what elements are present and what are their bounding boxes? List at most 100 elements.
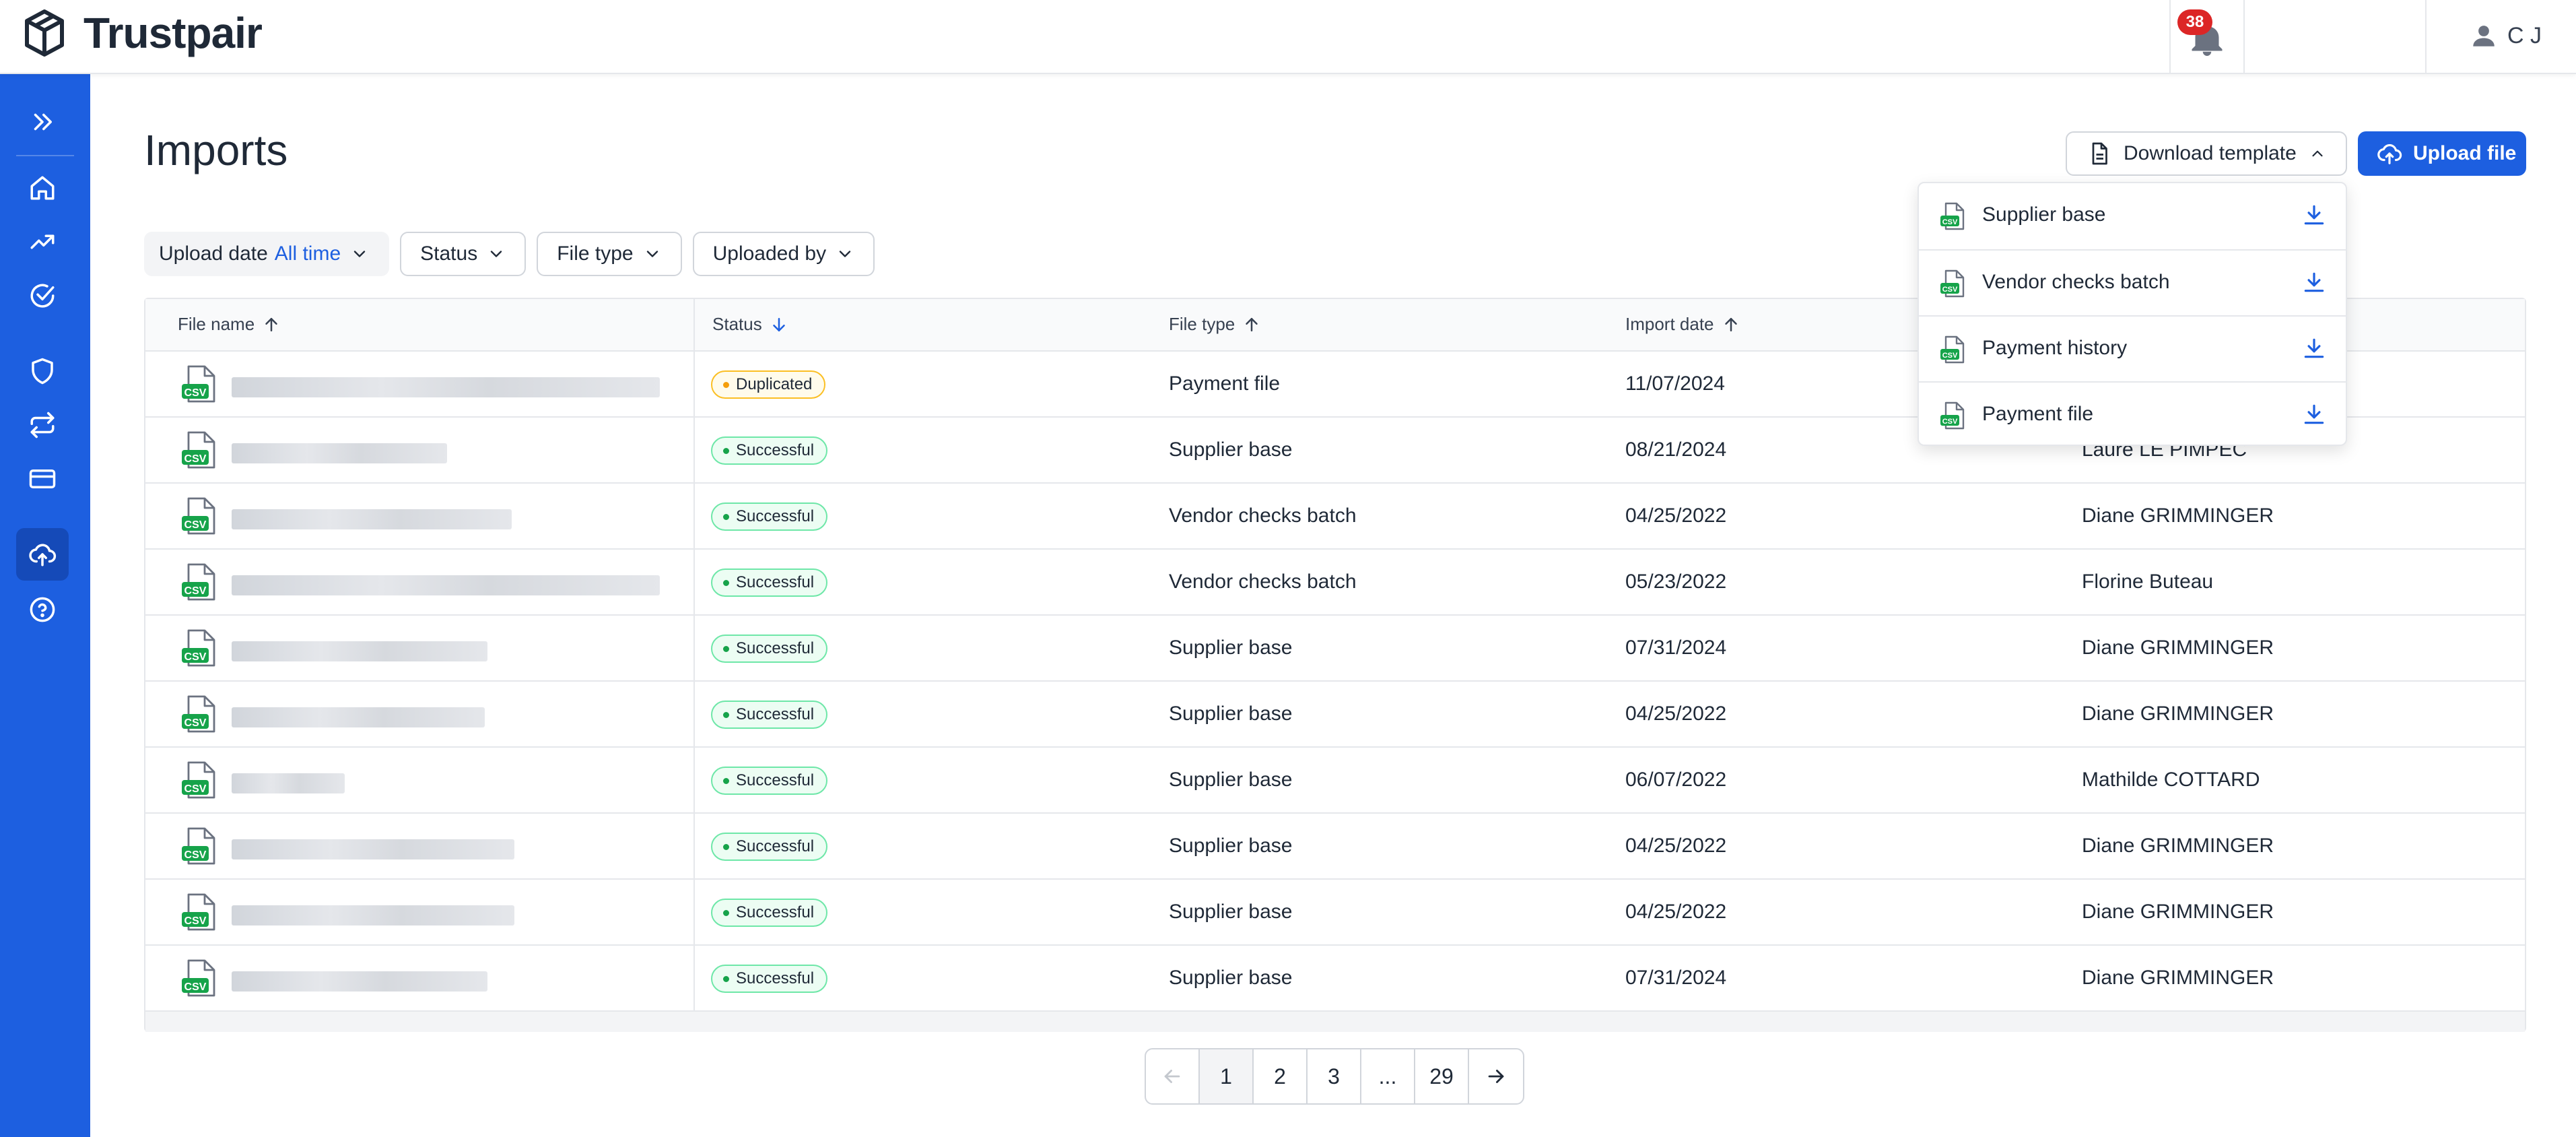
- table-row[interactable]: CSV Successful Vendor checks batch 04/25/20…: [145, 484, 2525, 550]
- status-dot: [723, 777, 729, 784]
- pagination-page[interactable]: 3: [1308, 1049, 1361, 1103]
- filter-file-type-label: File type: [557, 242, 634, 265]
- pagination-page[interactable]: 2: [1254, 1049, 1308, 1103]
- svg-text:CSV: CSV: [184, 981, 207, 993]
- sort-ascending-icon: [265, 317, 277, 331]
- table-row[interactable]: CSV Successful Supplier base 04/25/2022 Dian…: [145, 682, 2525, 748]
- template-menu-item[interactable]: CSV Payment file: [1919, 381, 2346, 447]
- user-menu[interactable]: C J: [2470, 19, 2542, 53]
- table-scroll-footer: [145, 1012, 2525, 1032]
- table-row[interactable]: CSV Successful Supplier base 06/07/2022 Math…: [145, 748, 2525, 814]
- filter-bar: Upload date All time Status File type Up…: [144, 232, 875, 276]
- card-icon: [29, 469, 56, 488]
- pagination-prev[interactable]: [1146, 1049, 1200, 1103]
- sidebar-item-checks[interactable]: [16, 269, 69, 322]
- status-text: Successful: [736, 441, 815, 459]
- template-menu-item[interactable]: CSV Payment history: [1919, 315, 2346, 381]
- chevron-down-icon: [839, 251, 851, 257]
- file-name-redacted: [232, 509, 512, 529]
- pagination-ellipsis: ...: [1361, 1049, 1415, 1103]
- column-header-import-date[interactable]: Import date: [1625, 314, 1741, 335]
- sidebar-item-transfers[interactable]: [16, 399, 69, 451]
- trustpair-logo-icon: [25, 9, 64, 57]
- pagination-page[interactable]: 29: [1415, 1049, 1469, 1103]
- csv-file-icon: CSV: [182, 695, 215, 733]
- brand-name: Trustpair: [83, 9, 263, 57]
- filter-status[interactable]: Status: [400, 232, 527, 276]
- arrow-left-icon: [1164, 1070, 1180, 1083]
- pagination-page[interactable]: 1: [1200, 1049, 1254, 1103]
- svg-text:CSV: CSV: [1942, 352, 1958, 360]
- sidebar-item-analytics[interactable]: [16, 216, 69, 268]
- sort-ascending-icon: [1724, 317, 1737, 331]
- import-date-cell: 11/07/2024: [1625, 372, 1725, 395]
- header-divider: [2425, 0, 2427, 74]
- status-dot: [723, 711, 729, 718]
- column-header-status[interactable]: Status: [712, 314, 789, 335]
- table-row[interactable]: CSV Successful Supplier base 04/25/2022 Dian…: [145, 880, 2525, 946]
- filter-status-label: Status: [420, 242, 478, 265]
- file-type-cell: Supplier base: [1169, 835, 1293, 857]
- sidebar-item-security[interactable]: [16, 345, 69, 397]
- upload-file-button[interactable]: Upload file: [2358, 131, 2526, 176]
- status-badge: Successful: [711, 502, 828, 531]
- filter-file-type[interactable]: File type: [537, 232, 682, 276]
- file-type-cell: Supplier base: [1169, 769, 1293, 791]
- csv-file-icon: CSV: [182, 431, 215, 469]
- sidebar-expand[interactable]: [16, 96, 69, 148]
- status-badge: Successful: [711, 899, 828, 927]
- svg-text:CSV: CSV: [184, 651, 207, 663]
- svg-text:CSV: CSV: [1942, 286, 1958, 294]
- status-dot: [723, 975, 729, 982]
- svg-text:CSV: CSV: [184, 387, 207, 399]
- import-date-cell: 06/07/2022: [1625, 769, 1727, 791]
- file-type-cell: Supplier base: [1169, 901, 1293, 923]
- uploaded-by-cell: Diane GRIMMINGER: [2082, 835, 2274, 857]
- file-type-cell: Vendor checks batch: [1169, 571, 1357, 593]
- download-icon[interactable]: [2301, 202, 2327, 228]
- sidebar-item-home[interactable]: [16, 162, 69, 214]
- sidebar-item-imports[interactable]: [16, 528, 69, 581]
- status-badge: Successful: [711, 701, 828, 729]
- file-name-redacted: [232, 905, 514, 925]
- download-icon[interactable]: [2301, 335, 2327, 361]
- download-icon[interactable]: [2301, 401, 2327, 427]
- download-icon[interactable]: [2301, 269, 2327, 295]
- column-header-file-name[interactable]: File name: [178, 314, 281, 335]
- table-row[interactable]: CSV Successful Supplier base 04/25/2022 Dian…: [145, 814, 2525, 880]
- download-template-button[interactable]: Download template: [2066, 131, 2347, 176]
- csv-file-icon: CSV: [1940, 401, 1965, 430]
- brand-logo[interactable]: Trustpair: [18, 4, 263, 62]
- status-text: Successful: [736, 573, 815, 591]
- uploaded-by-cell: Diane GRIMMINGER: [2082, 967, 2274, 989]
- status-dot: [723, 909, 729, 916]
- file-type-cell: Payment file: [1169, 372, 1281, 395]
- import-date-cell: 04/25/2022: [1625, 505, 1727, 527]
- sidebar-item-help[interactable]: [16, 583, 69, 636]
- csv-file-icon: CSV: [1940, 269, 1965, 298]
- filter-uploaded-by[interactable]: Uploaded by: [692, 232, 875, 276]
- status-dot: [723, 513, 729, 520]
- chevron-down-icon: [646, 251, 658, 257]
- import-date-cell: 08/21/2024: [1625, 438, 1727, 461]
- template-menu-item-label: Payment file: [1982, 403, 2094, 425]
- file-type-cell: Vendor checks batch: [1169, 505, 1357, 527]
- chevron-down-icon: [491, 251, 502, 257]
- template-menu-item[interactable]: CSV Supplier base: [1919, 183, 2346, 249]
- svg-text:CSV: CSV: [184, 519, 207, 531]
- status-text: Successful: [736, 969, 815, 987]
- csv-file-icon: CSV: [1940, 335, 1965, 364]
- sidebar-item-payments[interactable]: [16, 453, 69, 505]
- column-header-file-type[interactable]: File type: [1169, 314, 1262, 335]
- status-dot: [723, 843, 729, 850]
- svg-text:CSV: CSV: [184, 849, 207, 861]
- table-row[interactable]: CSV Successful Supplier base 07/31/2024 Dian…: [145, 616, 2525, 682]
- pagination-next[interactable]: [1469, 1049, 1523, 1103]
- download-template-menu: CSV Supplier base CSV Vendor checks batch CS…: [1918, 182, 2347, 446]
- table-row[interactable]: CSV Successful Supplier base 07/31/2024 Dian…: [145, 946, 2525, 1012]
- upload-cloud-icon: [2377, 143, 2402, 164]
- template-menu-item[interactable]: CSV Vendor checks batch: [1919, 249, 2346, 315]
- table-row[interactable]: CSV Successful Vendor checks batch 05/23/20…: [145, 550, 2525, 616]
- check-circle-icon: [30, 284, 55, 308]
- filter-upload-date[interactable]: Upload date All time: [144, 232, 390, 276]
